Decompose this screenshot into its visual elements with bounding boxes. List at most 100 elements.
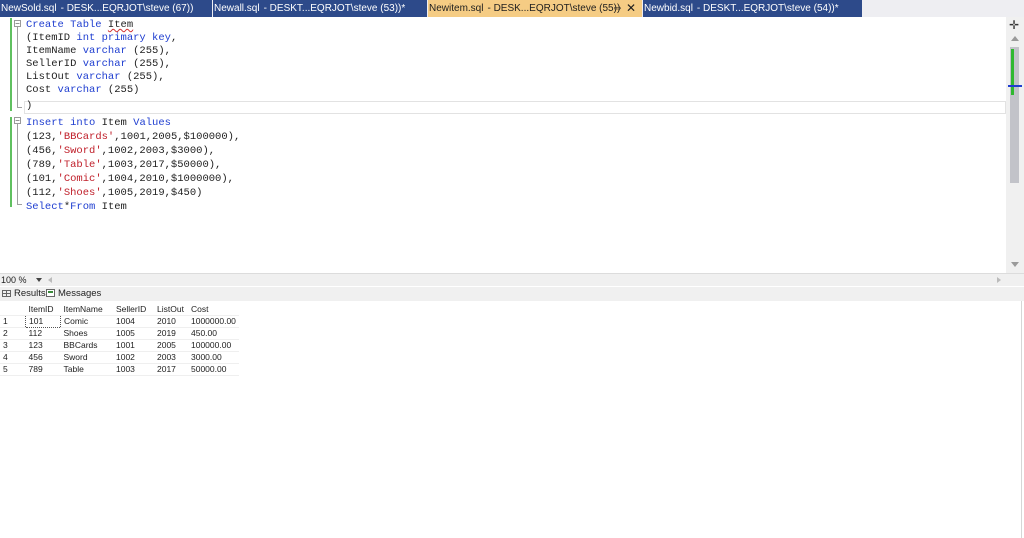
tab-newbid[interactable]: Newbid.sql - DESKT...EQRJOT\steve (54))* [643,0,862,17]
grid-cell[interactable]: 789 [25,363,61,376]
collapse-icon[interactable]: − [14,20,21,28]
code-token: 'Shoes' [57,187,102,199]
editor-status-strip: 100 % [0,273,1024,286]
row-number[interactable]: 3 [0,339,26,352]
grid-cell[interactable]: 1004 [113,315,154,328]
code-line[interactable]: Cost varchar (255) [26,84,139,97]
grid-cell[interactable]: Table [60,363,113,376]
grid-cell[interactable]: Sword [60,351,113,364]
grid-cell[interactable]: 1005 [113,327,154,340]
grid-cell[interactable]: 1000000.00 [188,315,239,328]
grid-cell[interactable]: 1003 [113,363,154,376]
results-grid[interactable]: ItemID ItemName SellerID ListOut Cost 11… [0,304,239,376]
column-header[interactable]: ListOut [154,304,188,316]
code-line[interactable]: (456,'Sword',1002,2003,$3000), [26,145,215,158]
code-token: ItemName [26,45,83,57]
table-row[interactable]: 5 789 Table 1003 2017 50000.00 [0,363,239,376]
code-line[interactable]: ) [26,100,32,113]
code-token: Item [101,117,134,129]
grid-cell[interactable]: 2019 [154,327,188,340]
row-number[interactable]: 2 [0,327,26,340]
scroll-right-icon[interactable] [997,277,1001,283]
grid-cell[interactable]: BBCards [60,339,113,352]
grid-cell[interactable]: 123 [25,339,61,352]
code-line[interactable]: (112,'Shoes',1005,2019,$450) [26,187,202,200]
fold-guide-end [17,204,22,205]
table-row[interactable]: 1 101 Comic 1004 2010 1000000.00 [0,315,239,328]
column-header[interactable]: Cost [188,304,239,316]
row-number-header [0,304,26,316]
code-token: (255), [120,71,165,83]
tab-title: Newitem.sql [429,3,484,14]
row-number[interactable]: 5 [0,363,26,376]
grid-cell[interactable]: 3000.00 [188,351,239,364]
code-token: (789, [26,159,58,171]
code-line[interactable]: (123,'BBCards',1001,2005,$100000), [26,131,240,144]
tab-newitem[interactable]: Newitem.sql - DESK...EQRJOT\steve (55)) ⇨… [428,0,642,17]
scroll-down-icon[interactable] [1011,262,1019,267]
code-line[interactable]: (101,'Comic',1004,2010,$1000000), [26,173,234,186]
close-icon[interactable]: ✕ [626,0,636,17]
grid-cell[interactable]: 101 [25,315,61,328]
table-row[interactable]: 3 123 BBCards 1001 2005 100000.00 [0,339,239,352]
code-token: (101, [26,173,58,185]
grid-cell[interactable]: 1002 [113,351,154,364]
grid-cell[interactable]: 2005 [154,339,188,352]
code-line[interactable]: Create Table Item [26,19,133,32]
tab-newall[interactable]: Newall.sql - DESKT...EQRJOT\steve (53))* [213,0,427,17]
grid-header-row: ItemID ItemName SellerID ListOut Cost [0,304,239,316]
grid-cell[interactable]: 450.00 [188,327,239,340]
row-number[interactable]: 1 [0,315,26,328]
tab-newsold[interactable]: NewSold.sql - DESK...EQRJOT\steve (67)) [0,0,212,17]
editor-vertical-scrollbar[interactable]: ✛ [1006,17,1024,273]
grid-cell[interactable]: Comic [60,315,113,328]
grid-cell[interactable]: 1001 [113,339,154,352]
code-line[interactable]: ListOut varchar (255), [26,71,165,84]
tab-results[interactable]: Results [2,287,46,301]
code-line[interactable]: (ItemID int primary key, [26,32,177,45]
column-header[interactable]: ItemName [60,304,113,316]
change-map-marker [1011,49,1014,95]
grid-cell[interactable]: 2003 [154,351,188,364]
grid-cell[interactable]: 2017 [154,363,188,376]
zoom-level[interactable]: 100 % [1,274,27,286]
code-token: (ItemID [26,32,77,44]
row-number[interactable]: 4 [0,351,26,364]
code-line[interactable]: Insert into Item Values [26,117,171,130]
tab-messages[interactable]: Messages [46,287,101,301]
table-row[interactable]: 4 456 Sword 1002 2003 3000.00 [0,351,239,364]
code-token: ,1001,2005,$100000), [114,131,241,143]
grid-cell[interactable]: 456 [25,351,61,364]
code-token: Select [26,201,64,213]
grid-cell[interactable]: 2010 [154,315,188,328]
scroll-left-icon[interactable] [48,277,52,283]
code-token: ,1004,2010,$1000000), [101,173,234,185]
zoom-dropdown-icon[interactable] [36,278,42,282]
grid-cell[interactable]: Shoes [60,327,113,340]
query-editor[interactable]: − − Create Table Item (ItemID int primary… [0,17,1024,273]
collapse-icon[interactable]: − [14,117,21,125]
code-token: int primary key [76,32,171,44]
tab-title: NewSold.sql [1,3,57,14]
split-icon[interactable]: ✛ [1009,19,1019,31]
code-token: Item [107,19,134,31]
fold-guide [17,124,18,204]
fold-guide [17,27,18,107]
code-line[interactable]: ItemName varchar (255), [26,45,171,58]
column-header[interactable]: SellerID [113,304,154,316]
code-line[interactable]: Select*From Item [26,201,127,214]
table-row[interactable]: 2 112 Shoes 1005 2019 450.00 [0,327,239,340]
code-line[interactable]: SellerID varchar (255), [26,58,171,71]
column-header[interactable]: ItemID [25,304,61,316]
code-line[interactable]: (789,'Table',1003,2017,$50000), [26,159,221,172]
code-token: Insert into [26,117,102,129]
scroll-up-icon[interactable] [1011,36,1019,41]
grid-cell[interactable]: 100000.00 [188,339,239,352]
results-tab-strip: Results Messages [0,287,1024,301]
grid-cell[interactable]: 50000.00 [188,363,239,376]
current-line-highlight [24,101,1006,114]
pin-icon[interactable]: ⇨ [614,0,622,17]
grid-cell[interactable]: 112 [25,327,61,340]
code-token: (112, [26,187,58,199]
tab-connection: - DESK...EQRJOT\steve (67)) [60,3,194,14]
